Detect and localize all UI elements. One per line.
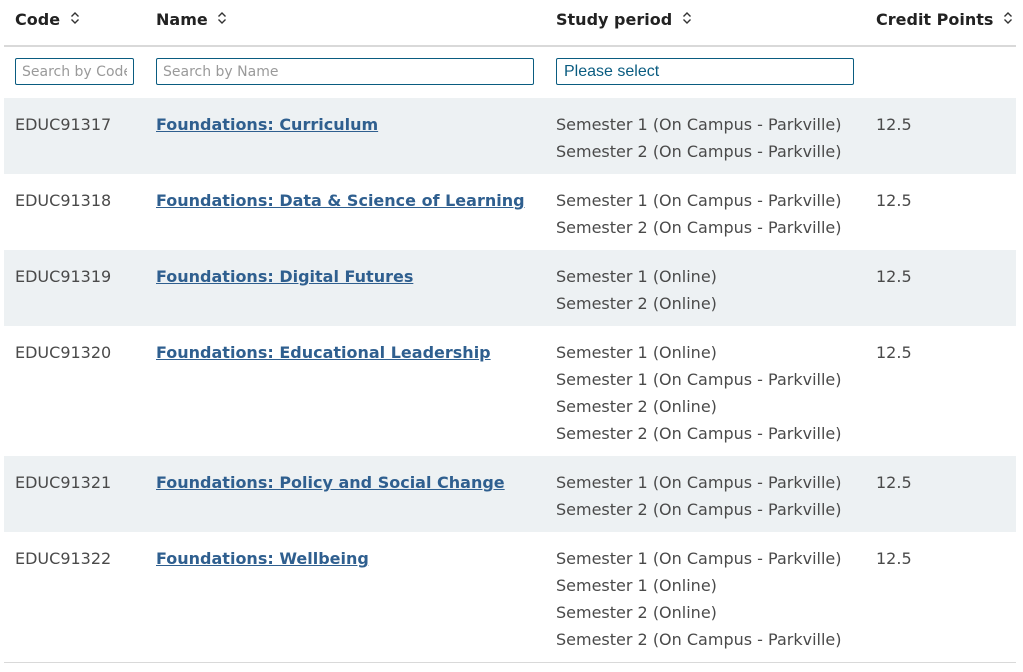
subject-name-link[interactable]: Foundations: Digital Futures: [156, 263, 413, 290]
subject-code: EDUC91320: [15, 343, 112, 362]
column-header-credit-points[interactable]: Credit Points: [876, 10, 1013, 30]
table-row: EDUC91322 Foundations: Wellbeing Semester …: [4, 532, 1016, 662]
subject-code: EDUC91317: [15, 115, 112, 134]
column-header-study-period-label: Study period: [556, 10, 673, 29]
subject-code: EDUC91318: [15, 191, 112, 210]
study-period-item: Semester 1 (Online): [556, 576, 717, 595]
credit-points: 12.5: [876, 473, 912, 492]
study-period-item: Semester 2 (Online): [556, 397, 717, 416]
study-period-item: Semester 1 (On Campus - Parkville): [556, 370, 842, 389]
study-period-list: Semester 1 (Online) Semester 2 (Online): [556, 263, 717, 317]
study-period-list: Semester 1 (On Campus - Parkville) Semest…: [556, 545, 841, 653]
filter-row: Please select: [4, 47, 1016, 98]
table-bottom-divider: [4, 662, 1016, 663]
subject-name-link[interactable]: Foundations: Curriculum: [156, 111, 378, 138]
column-header-name-label: Name: [156, 10, 208, 29]
table-row: EDUC91320 Foundations: Educational Leader…: [4, 326, 1016, 456]
credit-points: 12.5: [876, 191, 912, 210]
column-header-study-period[interactable]: Study period: [556, 10, 692, 30]
subject-name-link[interactable]: Foundations: Wellbeing: [156, 545, 369, 572]
table-row: EDUC91321 Foundations: Policy and Social …: [4, 456, 1016, 532]
table-row: EDUC91318 Foundations: Data & Science of …: [4, 174, 1016, 250]
study-period-list: Semester 1 (Online) Semester 1 (On Campus…: [556, 339, 841, 447]
study-period-item: Semester 1 (On Campus - Parkville): [556, 549, 842, 568]
subject-name-link[interactable]: Foundations: Policy and Social Change: [156, 469, 505, 496]
study-period-item: Semester 2 (On Campus - Parkville): [556, 500, 842, 519]
credit-points: 12.5: [876, 343, 912, 362]
study-period-list: Semester 1 (On Campus - Parkville) Semest…: [556, 469, 841, 523]
table-row: EDUC91319 Foundations: Digital Futures Sem…: [4, 250, 1016, 326]
study-period-item: Semester 2 (Online): [556, 603, 717, 622]
study-period-item: Semester 2 (On Campus - Parkville): [556, 142, 842, 161]
subject-code: EDUC91321: [15, 473, 112, 492]
sort-icon[interactable]: [70, 10, 80, 29]
study-period-item: Semester 2 (On Campus - Parkville): [556, 630, 842, 649]
sort-icon[interactable]: [682, 10, 692, 29]
table-header: Code Name Study period Credit Points: [4, 0, 1016, 47]
credit-points: 12.5: [876, 115, 912, 134]
subjects-table: Code Name Study period Credit Points Sea…: [4, 0, 1016, 662]
study-period-item: Semester 2 (On Campus - Parkville): [556, 218, 842, 237]
column-header-name[interactable]: Name: [156, 10, 227, 30]
search-by-name-input[interactable]: [156, 58, 534, 85]
subject-name-link[interactable]: Foundations: Data & Science of Learning: [156, 187, 525, 214]
subject-code: EDUC91322: [15, 549, 112, 568]
study-period-item: Semester 1 (Online): [556, 267, 717, 286]
study-period-item: Semester 1 (Online): [556, 343, 717, 362]
study-period-item: Semester 2 (On Campus - Parkville): [556, 424, 842, 443]
search-by-code-input[interactable]: [15, 58, 134, 85]
study-period-item: Semester 1 (On Campus - Parkville): [556, 115, 842, 134]
credit-points: 12.5: [876, 549, 912, 568]
credit-points: 12.5: [876, 267, 912, 286]
study-period-select-value: Please select: [564, 63, 660, 80]
table-row: EDUC91317 Foundations: Curriculum Semester…: [4, 98, 1016, 174]
column-header-code-label: Code: [15, 10, 61, 29]
study-period-list: Semester 1 (On Campus - Parkville) Semest…: [556, 187, 841, 241]
column-header-credit-points-label: Credit Points: [876, 10, 994, 29]
column-header-code[interactable]: Code: [15, 10, 80, 30]
sort-icon[interactable]: [1003, 10, 1013, 29]
study-period-item: Semester 1 (On Campus - Parkville): [556, 191, 842, 210]
table-body: EDUC91317 Foundations: Curriculum Semester…: [4, 98, 1016, 662]
sort-icon[interactable]: [217, 10, 227, 29]
subject-name-link[interactable]: Foundations: Educational Leadership: [156, 339, 491, 366]
study-period-item: Semester 1 (On Campus - Parkville): [556, 473, 842, 492]
study-period-list: Semester 1 (On Campus - Parkville) Semest…: [556, 111, 841, 165]
study-period-select[interactable]: Please select: [556, 58, 854, 85]
study-period-item: Semester 2 (Online): [556, 294, 717, 313]
subject-code: EDUC91319: [15, 267, 112, 286]
